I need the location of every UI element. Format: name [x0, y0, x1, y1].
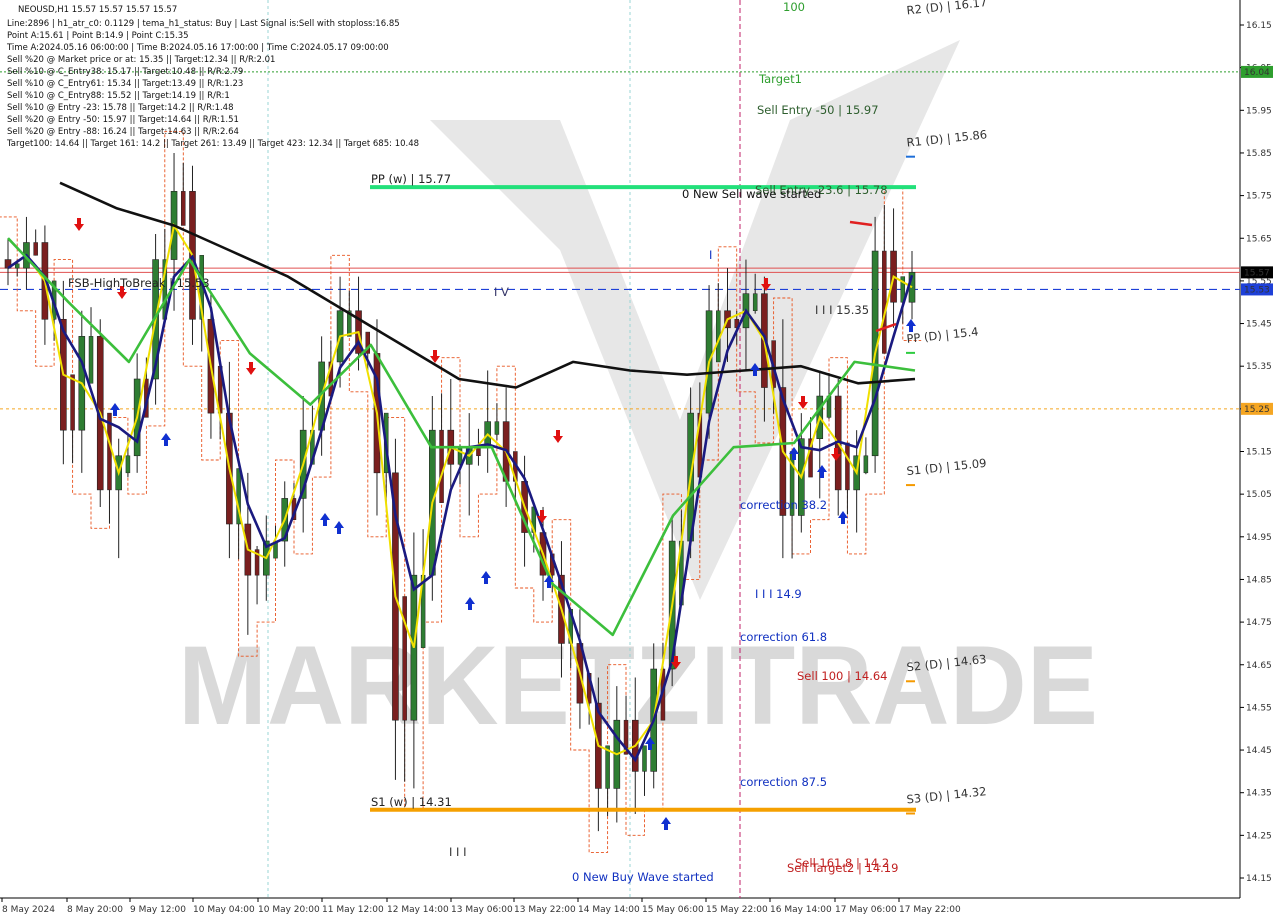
- chart-annotation: I: [709, 248, 712, 262]
- info-line: Sell %20 @ Market price or at: 15.35 || …: [7, 55, 275, 65]
- chart-background: [0, 0, 1280, 920]
- chart-annotation: I I I: [449, 845, 467, 859]
- chart-annotation: correction 61.8: [740, 630, 827, 644]
- candle-body: [14, 263, 20, 269]
- x-tick-label: 17 May 22:00: [899, 905, 961, 915]
- x-tick-label: 14 May 14:00: [578, 905, 640, 915]
- candle-body: [476, 446, 481, 457]
- x-tick-label: 8 May 20:00: [67, 905, 123, 915]
- x-tick-label: 13 May 22:00: [514, 905, 576, 915]
- pp-weekly-label: PP (w) | 15.77: [371, 172, 451, 186]
- price-tag-label: 16.04: [1244, 68, 1270, 78]
- info-line: Target100: 14.64 || Target 161: 14.2 || …: [6, 139, 419, 149]
- chart-annotation: Target1: [758, 72, 802, 86]
- candle-body: [402, 596, 407, 721]
- chart-annotation: I I I 14.9: [755, 587, 802, 601]
- x-tick-label: 17 May 06:00: [835, 905, 897, 915]
- chart-annotation: I V: [494, 285, 509, 299]
- x-tick-label: 16 May 14:00: [770, 905, 832, 915]
- candle-body: [882, 250, 887, 354]
- x-tick-label: 15 May 22:00: [706, 905, 768, 915]
- chart-annotation: 0 New Sell wave started: [682, 187, 821, 201]
- candle-body: [845, 442, 850, 491]
- y-tick-label: 15.95: [1246, 106, 1272, 116]
- candle-body: [642, 745, 647, 772]
- chart-annotation: correction 87.5: [740, 775, 827, 789]
- x-tick-label: 12 May 14:00: [387, 905, 449, 915]
- info-line: Sell %10 @ Entry -23: 15.78 || Target:14…: [7, 103, 234, 113]
- info-line: Sell %20 @ Entry -50: 15.97 || Target:14…: [7, 115, 239, 125]
- info-line: Point A:15.61 | Point B:14.9 | Point C:1…: [7, 31, 189, 41]
- x-tick-label: 9 May 12:00: [130, 905, 186, 915]
- y-tick-label: 15.75: [1246, 192, 1272, 202]
- x-tick-label: 10 May 20:00: [258, 905, 320, 915]
- y-tick-label: 14.55: [1246, 703, 1272, 713]
- y-tick-label: 15.35: [1246, 362, 1272, 372]
- price-tag-label: 15.53: [1244, 285, 1270, 295]
- chart-annotation: FSB-HighToBreak | 15.53: [68, 276, 210, 290]
- y-tick-label: 14.25: [1246, 831, 1272, 841]
- chart-annotation: Sell 100 | 14.64: [797, 669, 887, 683]
- y-tick-label: 14.85: [1246, 575, 1272, 585]
- candle-body: [125, 455, 131, 474]
- candle-body: [33, 242, 38, 256]
- info-line: Line:2896 | h1_atr_c0: 0.1129 | tema_h1_…: [7, 19, 400, 29]
- chart-annotation: Sell Entry -50 | 15.97: [757, 103, 879, 117]
- candle-body: [605, 745, 610, 789]
- y-tick-label: 14.95: [1246, 533, 1272, 543]
- info-line: Sell %10 @ C_Entry88: 15.52 || Target:14…: [7, 91, 230, 101]
- chart-annotation: Sell Target2 | 14.19: [787, 861, 898, 875]
- price-tag-label: 15.25: [1244, 405, 1270, 415]
- info-line: Time A:2024.05.16 06:00:00 | Time B:2024…: [6, 43, 389, 53]
- x-tick-label: 8 May 2024: [2, 905, 55, 915]
- y-tick-label: 14.35: [1246, 789, 1272, 799]
- info-line: Sell %20 @ Entry -88: 16.24 || Target:14…: [7, 127, 239, 137]
- price-tag-label: 15.57: [1244, 268, 1270, 278]
- candle-body: [752, 293, 758, 312]
- chart-header: NEOUSD,H1 15.57 15.57 15.57 15.57: [18, 5, 177, 15]
- y-tick-label: 16.15: [1246, 21, 1272, 31]
- y-tick-label: 14.15: [1246, 874, 1272, 884]
- y-tick-label: 15.15: [1246, 448, 1272, 458]
- candle-body: [439, 429, 444, 503]
- chart-annotation: 100: [783, 0, 805, 14]
- x-tick-label: 11 May 12:00: [322, 905, 384, 915]
- y-tick-label: 15.45: [1246, 320, 1272, 330]
- x-tick-label: 13 May 06:00: [451, 905, 513, 915]
- y-tick-label: 14.65: [1246, 661, 1272, 671]
- info-line: Sell %10 @ C_Entry61: 15.34 || Target:13…: [7, 79, 243, 89]
- candle-body: [494, 421, 500, 435]
- x-tick-label: 15 May 06:00: [642, 905, 704, 915]
- candle-body: [70, 374, 75, 431]
- candle-body: [181, 191, 186, 226]
- info-line: Sell %10 @ C_Entry38: 15.17 || Target:10…: [7, 67, 243, 77]
- chart-annotation: correction 38.2: [740, 498, 827, 512]
- candle-body: [88, 336, 94, 384]
- candle-body: [863, 455, 869, 474]
- y-tick-label: 15.65: [1246, 234, 1272, 244]
- chart-annotation: I I I 15.35: [815, 303, 869, 317]
- chart-annotation: 0 New Buy Wave started: [572, 870, 714, 884]
- s1-weekly-label: S1 (w) | 14.31: [371, 795, 452, 809]
- y-tick-label: 14.75: [1246, 618, 1272, 628]
- x-tick-label: 10 May 04:00: [193, 905, 255, 915]
- price-chart[interactable]: MARKETZITRADE PP (w) | 15.77S1 (w) | 14.…: [0, 0, 1280, 920]
- y-tick-label: 15.85: [1246, 149, 1272, 159]
- y-tick-label: 14.45: [1246, 746, 1272, 756]
- y-tick-label: 15.05: [1246, 490, 1272, 500]
